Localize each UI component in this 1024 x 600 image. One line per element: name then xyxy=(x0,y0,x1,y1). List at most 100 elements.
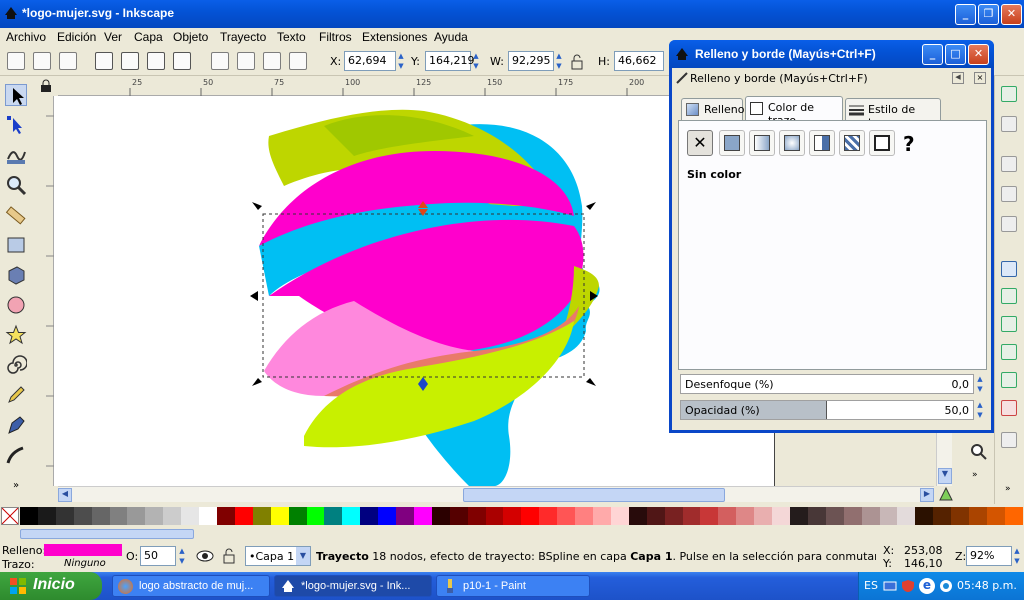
color-swatch[interactable] xyxy=(37,507,56,525)
fill-color-indicator[interactable] xyxy=(44,544,122,556)
menu-capa[interactable]: Capa xyxy=(134,30,163,44)
horizontal-scrollbar[interactable]: ◀ ▶ xyxy=(58,486,934,502)
snap-midpoints-icon[interactable] xyxy=(1001,372,1017,388)
snap-bbox-corner-icon[interactable] xyxy=(1001,186,1017,202)
opacity-spinner[interactable]: ▲ ▼ xyxy=(975,400,985,420)
no-paint-button[interactable]: ✕ xyxy=(687,130,713,156)
color-swatch[interactable] xyxy=(682,507,701,525)
start-button[interactable]: Inicio xyxy=(0,572,102,600)
blur-spinner[interactable]: ▲ ▼ xyxy=(975,374,985,394)
tweak-tool-icon[interactable] xyxy=(5,144,27,166)
color-swatch[interactable] xyxy=(467,507,486,525)
color-swatch[interactable] xyxy=(252,507,271,525)
tray-ie-icon[interactable]: e xyxy=(919,578,935,594)
color-swatch[interactable] xyxy=(789,507,808,525)
eye-icon[interactable] xyxy=(196,548,214,564)
color-swatch[interactable] xyxy=(861,507,880,525)
color-swatch[interactable] xyxy=(951,507,970,525)
more-tools-icon[interactable]: » xyxy=(5,480,27,502)
mesh-gradient-button[interactable] xyxy=(809,130,835,156)
zoom-spinner[interactable]: ▲ ▼ xyxy=(1012,546,1022,566)
tab-stroke-paint[interactable]: Color de trazo xyxy=(745,96,843,127)
menu-extensiones[interactable]: Extensiones xyxy=(362,30,427,44)
snap-intersection-icon[interactable] xyxy=(1001,316,1017,332)
color-swatch[interactable] xyxy=(772,507,790,525)
color-swatch[interactable] xyxy=(557,507,576,525)
dialog-close-small-icon[interactable]: × xyxy=(974,72,986,84)
color-swatch[interactable] xyxy=(324,507,343,525)
snap-smooth-nodes-icon[interactable] xyxy=(1001,344,1017,360)
color-swatch[interactable] xyxy=(413,507,432,525)
x-input[interactable]: 62,694 xyxy=(344,51,396,71)
tray-shield-icon[interactable] xyxy=(901,579,915,593)
swatch-button[interactable] xyxy=(869,130,895,156)
zoom-tool-icon[interactable] xyxy=(5,174,27,196)
color-swatch[interactable] xyxy=(73,507,92,525)
color-swatch[interactable] xyxy=(485,507,504,525)
color-swatch[interactable] xyxy=(378,507,397,525)
close-button[interactable]: ✕ xyxy=(1001,4,1022,25)
w-input[interactable]: 92,295 xyxy=(508,51,554,71)
color-swatch[interactable] xyxy=(933,507,952,525)
taskbar-item-inkscape[interactable]: *logo-mujer.svg - Ink... xyxy=(274,575,432,597)
color-swatch[interactable] xyxy=(646,507,665,525)
taskbar-item-paint[interactable]: p10-1 - Paint xyxy=(436,575,590,597)
color-swatch[interactable] xyxy=(396,507,414,525)
dialog-collapse-icon[interactable]: ◀ xyxy=(952,72,964,84)
color-swatch[interactable] xyxy=(521,507,540,525)
select-all-icon[interactable] xyxy=(7,52,25,70)
snap-toggle-icon[interactable] xyxy=(1001,86,1017,102)
pattern-button[interactable] xyxy=(839,130,865,156)
raise-to-top-icon[interactable] xyxy=(211,52,229,70)
snap-path-icon[interactable] xyxy=(1001,288,1017,304)
x-spinner[interactable]: ▲ ▼ xyxy=(396,51,406,71)
more-snap-icon[interactable]: » xyxy=(1005,484,1011,494)
scroll-down-arrow[interactable]: ▼ xyxy=(938,468,952,484)
color-swatch[interactable] xyxy=(915,507,934,525)
language-indicator[interactable]: ES xyxy=(864,579,878,592)
palette-scroll-thumb[interactable] xyxy=(20,529,194,539)
flip-vertical-icon[interactable] xyxy=(173,52,191,70)
color-swatch[interactable] xyxy=(986,507,1005,525)
color-swatch[interactable] xyxy=(360,507,379,525)
minimize-button[interactable]: _ xyxy=(955,4,976,25)
blur-slider[interactable]: Desenfoque (%) 0,0 xyxy=(680,374,974,394)
menu-edicion[interactable]: Edición xyxy=(57,30,96,44)
color-swatch[interactable] xyxy=(216,507,235,525)
snap-nodes-icon[interactable] xyxy=(1001,261,1017,277)
pen-tool-icon[interactable] xyxy=(5,414,27,436)
lower-icon[interactable] xyxy=(263,52,281,70)
opacity-value[interactable]: 50,0 xyxy=(945,404,970,417)
color-swatch[interactable] xyxy=(593,507,611,525)
rectangle-tool-icon[interactable] xyxy=(5,234,27,256)
deselect-icon[interactable] xyxy=(59,52,77,70)
calligraphy-tool-icon[interactable] xyxy=(5,444,27,466)
menu-trayecto[interactable]: Trayecto xyxy=(220,30,266,44)
tray-bird-icon[interactable] xyxy=(939,579,953,593)
no-color-swatch[interactable] xyxy=(1,507,19,525)
color-swatch[interactable] xyxy=(879,507,898,525)
color-swatch[interactable] xyxy=(969,507,987,525)
layer-selector[interactable]: •Capa 1 ▼ xyxy=(245,546,311,566)
color-swatch[interactable] xyxy=(736,507,755,525)
measure-tool-icon[interactable] xyxy=(5,204,27,226)
menu-ver[interactable]: Ver xyxy=(104,30,122,44)
blur-value[interactable]: 0,0 xyxy=(952,378,970,391)
raise-icon[interactable] xyxy=(237,52,255,70)
radial-gradient-button[interactable] xyxy=(779,130,805,156)
scroll-left-arrow[interactable]: ◀ xyxy=(58,488,72,502)
opacity-slider[interactable]: Opacidad (%) 50,0 xyxy=(680,400,974,420)
menu-texto[interactable]: Texto xyxy=(277,30,306,44)
star-tool-icon[interactable] xyxy=(5,324,27,346)
menu-objeto[interactable]: Objeto xyxy=(173,30,208,44)
color-swatch[interactable] xyxy=(20,507,38,525)
y-spinner[interactable]: ▲ ▼ xyxy=(471,51,481,71)
select-all-layers-icon[interactable] xyxy=(33,52,51,70)
color-swatch[interactable] xyxy=(55,507,74,525)
color-swatch[interactable] xyxy=(91,507,110,525)
tab-fill[interactable]: Relleno xyxy=(681,98,745,120)
flat-color-button[interactable] xyxy=(719,130,745,156)
3d-box-tool-icon[interactable] xyxy=(5,264,27,286)
color-swatch[interactable] xyxy=(539,507,558,525)
zoom-input[interactable]: 92% xyxy=(966,546,1012,566)
